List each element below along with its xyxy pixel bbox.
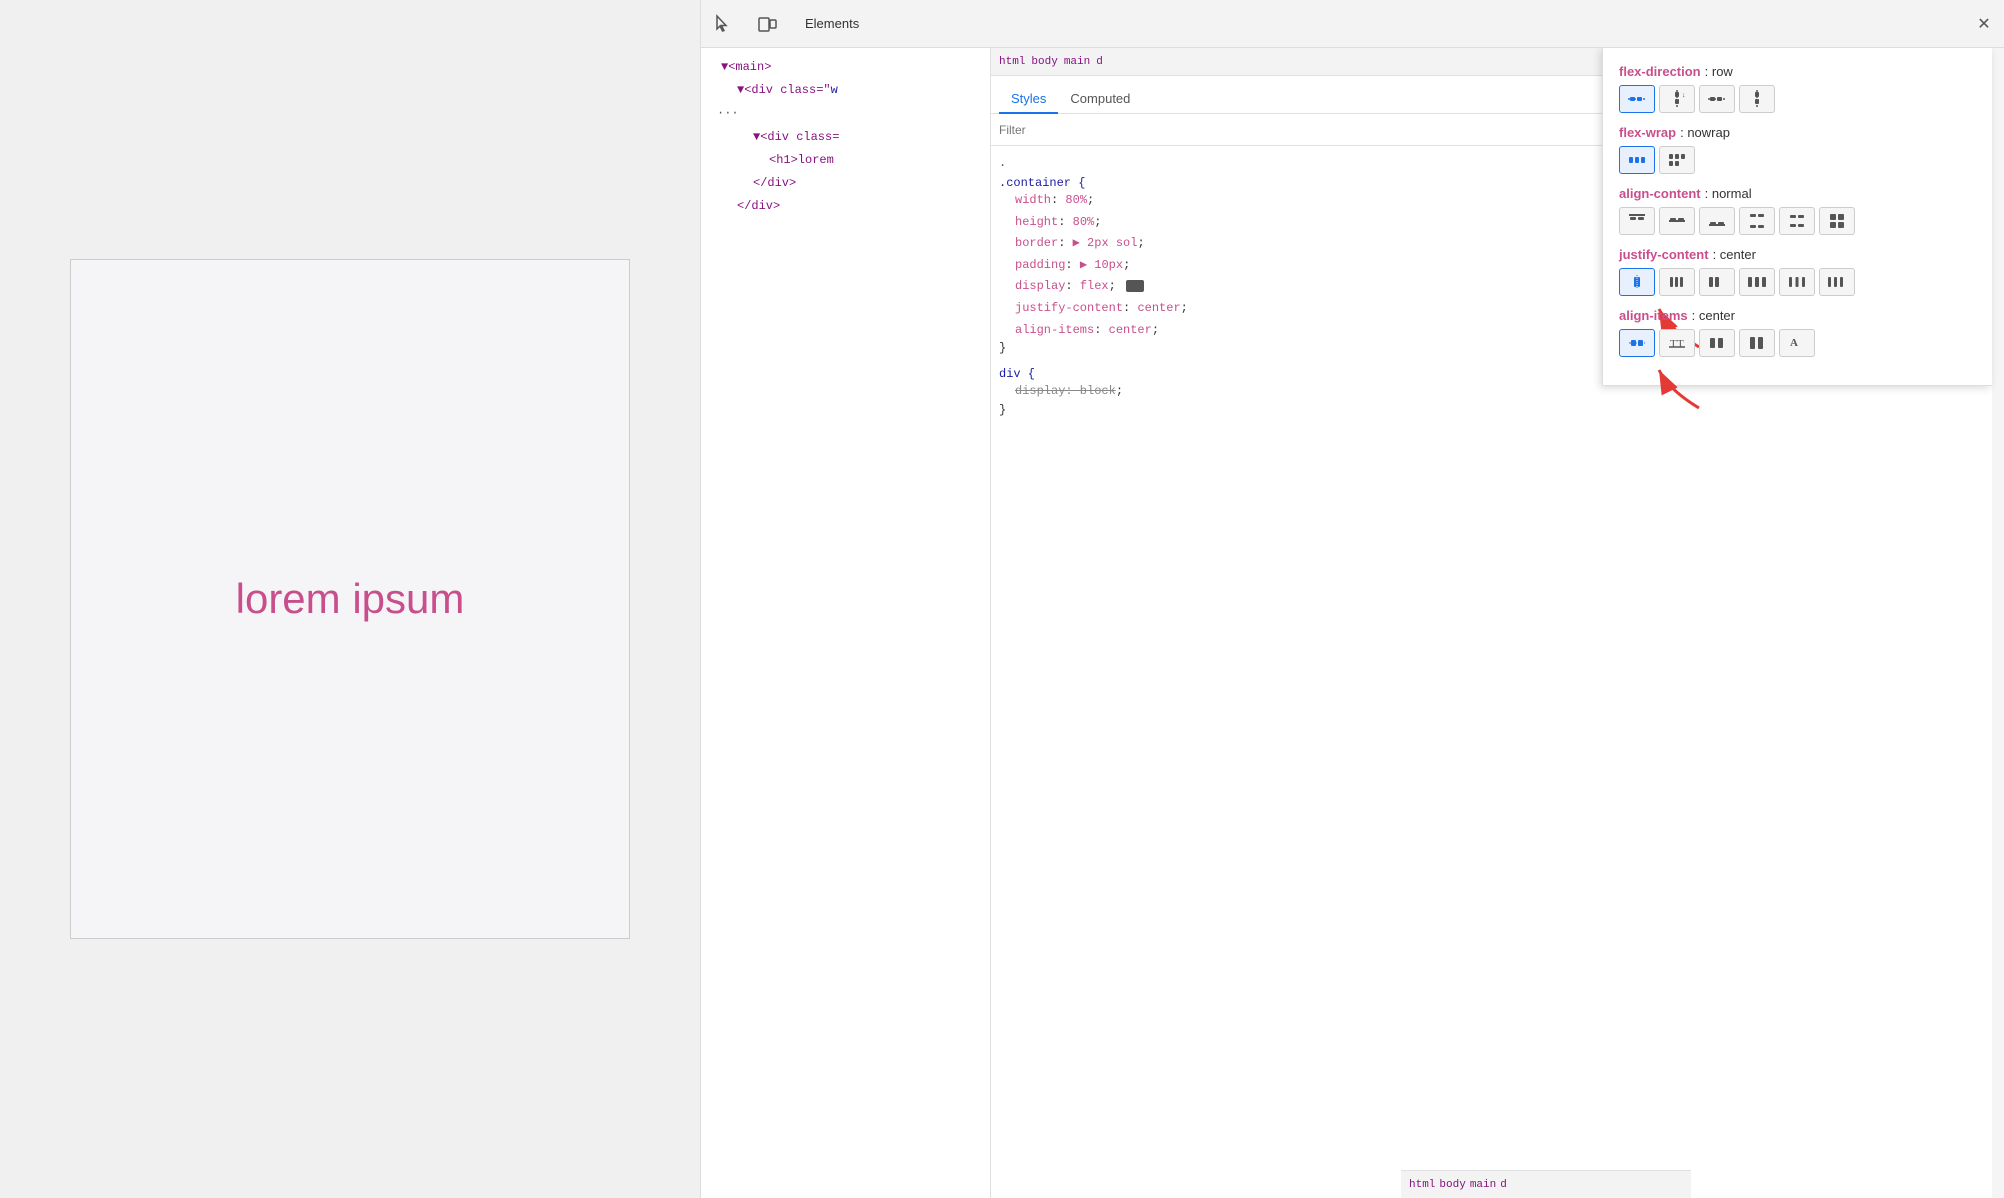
justify-content-start-btn[interactable]	[1699, 268, 1735, 296]
align-content-label: align-content: normal	[1619, 186, 1976, 201]
svg-text:A: A	[1790, 337, 1798, 349]
align-items-text-btn[interactable]: A	[1779, 329, 1815, 357]
html-tree: ▼<main> ▼<div class="w ··· ▼<div class= …	[701, 48, 991, 1198]
flex-direction-row: flex-direction: row ↓	[1619, 64, 1976, 113]
justify-content-row: justify-content: center	[1619, 247, 1976, 296]
align-items-baseline-btn[interactable]: TT	[1659, 329, 1695, 357]
flex-dir-row-rev-btn[interactable]	[1699, 85, 1735, 113]
justify-content-label: justify-content: center	[1619, 247, 1976, 262]
tree-line-h1[interactable]: <h1>lorem	[701, 149, 990, 172]
devtools-main: ▼<main> ▼<div class="w ··· ▼<div class= …	[701, 48, 2004, 1198]
align-content-center-btn[interactable]	[1659, 207, 1695, 235]
flex-wrap-row: flex-wrap: nowrap	[1619, 125, 1976, 174]
align-content-between-btn[interactable]	[1739, 207, 1775, 235]
align-content-stretch-btn[interactable]	[1819, 207, 1855, 235]
align-items-buttons: TT A	[1619, 329, 1976, 357]
cursor-icon[interactable]	[709, 10, 737, 38]
justify-content-between-btn[interactable]	[1739, 268, 1775, 296]
flex-direction-label: flex-direction: row	[1619, 64, 1976, 79]
bc-main[interactable]: main	[1064, 56, 1090, 68]
tab-computed[interactable]: Computed	[1058, 85, 1142, 114]
flex-dir-row-btn[interactable]	[1619, 85, 1655, 113]
flex-direction-buttons: ↓	[1619, 85, 1976, 113]
flex-wrap-label: flex-wrap: nowrap	[1619, 125, 1976, 140]
svg-text:T: T	[1677, 338, 1684, 350]
devtools-header: Elements ✕	[701, 0, 2004, 48]
align-items-center-btn[interactable]	[1619, 329, 1655, 357]
align-items-label: align-items: center	[1619, 308, 1976, 323]
css-close-brace-div: }	[999, 403, 1984, 417]
align-items-row: align-items: center TT	[1619, 308, 1976, 357]
flex-wrap-nowrap-btn[interactable]	[1619, 146, 1655, 174]
flex-wrap-buttons	[1619, 146, 1976, 174]
flex-editor-toggle[interactable]	[1126, 280, 1144, 292]
tree-line-div-close2[interactable]: </div>	[701, 195, 990, 218]
page-area: lorem ipsum	[0, 0, 700, 1198]
elements-tab[interactable]: Elements	[797, 12, 867, 35]
justify-content-evenly-btn[interactable]	[1819, 268, 1855, 296]
tree-line-div1[interactable]: ▼<div class="w	[701, 79, 990, 102]
close-button[interactable]: ✕	[1972, 12, 1996, 36]
flex-wrap-wrap-btn[interactable]	[1659, 146, 1695, 174]
align-content-row: align-content: normal	[1619, 186, 1976, 235]
tree-line-div2[interactable]: ▼<div class=	[701, 126, 990, 149]
lorem-text: lorem ipsum	[236, 575, 465, 623]
justify-content-around-btn[interactable]	[1779, 268, 1815, 296]
align-content-start-btn[interactable]	[1619, 207, 1655, 235]
devtools-panel: Elements ✕ ▼<main> ▼<div class="w ··· ▼<…	[700, 0, 2004, 1198]
flex-dir-col-rev-btn[interactable]: ↓	[1659, 85, 1695, 113]
tab-styles[interactable]: Styles	[999, 85, 1058, 114]
svg-text:↓: ↓	[1682, 92, 1686, 99]
align-content-end-btn[interactable]	[1699, 207, 1735, 235]
align-content-buttons	[1619, 207, 1976, 235]
tree-line-main[interactable]: ▼<main>	[701, 56, 990, 79]
flex-dir-col-btn[interactable]	[1739, 85, 1775, 113]
align-items-end-btn[interactable]	[1699, 329, 1735, 357]
flex-editor-panel: flex-direction: row ↓	[1602, 48, 1992, 386]
align-items-stretch-btn[interactable]	[1739, 329, 1775, 357]
tree-line-div-close[interactable]: </div>	[701, 172, 990, 195]
device-toggle-icon[interactable]	[753, 10, 781, 38]
svg-text:T: T	[1670, 338, 1677, 350]
justify-content-center-btn[interactable]	[1619, 268, 1655, 296]
tree-dots: ···	[701, 102, 990, 125]
bc-d[interactable]: d	[1096, 56, 1103, 68]
justify-content-end-btn[interactable]	[1659, 268, 1695, 296]
scrollbar[interactable]	[1992, 48, 2004, 1198]
bc-body[interactable]: body	[1031, 56, 1057, 68]
align-content-around-btn[interactable]	[1779, 207, 1815, 235]
justify-content-buttons	[1619, 268, 1976, 296]
container-box: lorem ipsum	[70, 259, 630, 939]
bc-html[interactable]: html	[999, 56, 1025, 68]
